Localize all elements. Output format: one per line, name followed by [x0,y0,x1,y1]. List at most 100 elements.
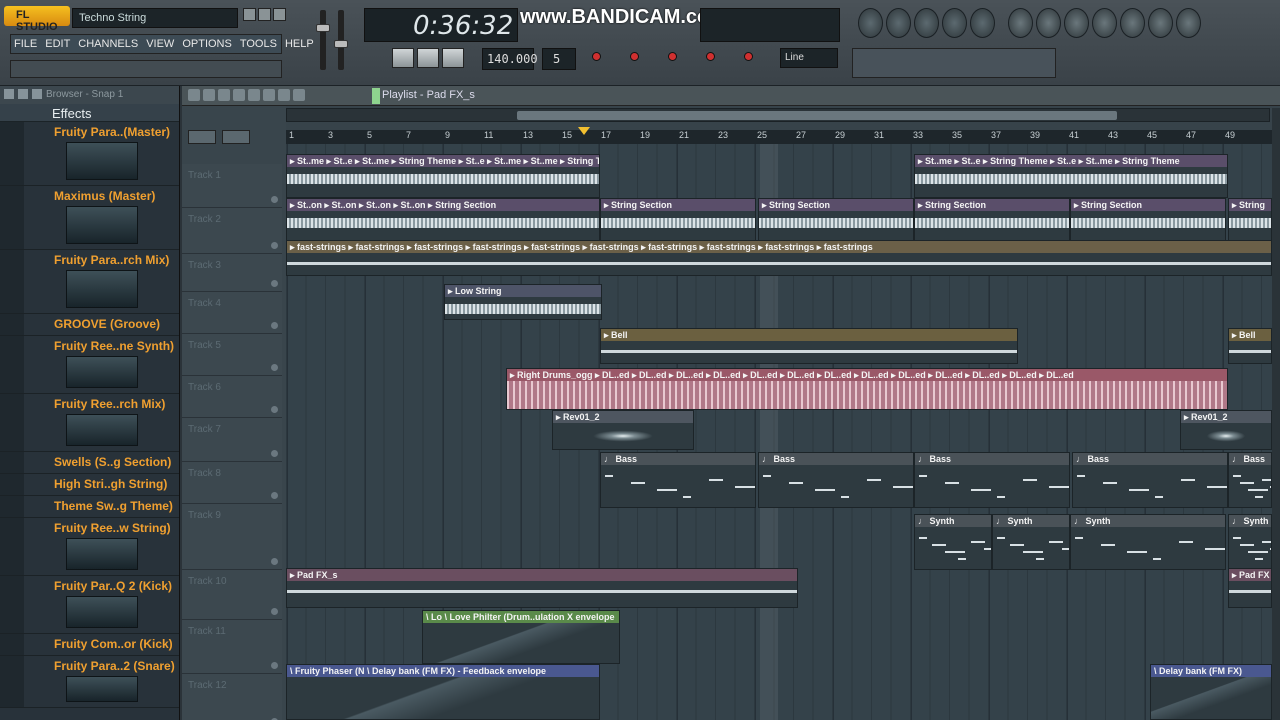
master-volume-slider[interactable] [316,10,330,70]
browser-item[interactable]: Fruity Par..Q 2 (Kick) [0,576,179,634]
playlist-clip[interactable]: ▸ St..on ▸ St..on ▸ St..on ▸ St..on ▸ St… [286,198,600,244]
play-icon[interactable] [392,48,414,68]
track-mute-icon[interactable] [271,662,278,669]
search-icon[interactable] [1120,8,1145,38]
playlist-clip[interactable]: ♩ Bass [600,452,756,508]
help-icon[interactable] [1148,8,1173,38]
track-mute-icon[interactable] [271,558,278,565]
menu-tools[interactable]: TOOLS [237,35,280,53]
horizontal-scrollbar[interactable] [286,108,1270,122]
save-icon[interactable] [1036,8,1061,38]
slice-tool-icon[interactable] [248,89,260,101]
track-header[interactable]: Track 12 [182,674,282,720]
piano-roll-button[interactable] [914,8,939,38]
pattern-selector[interactable]: 5 [542,48,576,70]
led-indicator[interactable] [706,52,715,61]
playlist-clip[interactable]: ♩ Bass [914,452,1070,508]
playlist-clip[interactable]: ▸ String Section [600,198,756,244]
track-header[interactable]: Track 1 [182,164,282,208]
menu-edit[interactable]: EDIT [42,35,73,53]
info-icon[interactable] [1176,8,1201,38]
track-mute-icon[interactable] [271,450,278,457]
browser-item[interactable]: Swells (S..g Section) [0,452,179,474]
playlist-clip[interactable]: ▸ fast-strings ▸ fast-strings ▸ fast-str… [286,240,1272,276]
track-header[interactable]: Track 9 [182,504,282,570]
track-mute-icon[interactable] [271,242,278,249]
led-indicator[interactable] [592,52,601,61]
playlist-clip[interactable]: \ Lo \ Love Philter (Drum..ulation X env… [422,610,620,664]
playlist-clip[interactable]: ▸ Bell [1228,328,1272,364]
playlist-clip[interactable]: ▸ String Section [1070,198,1226,244]
menu-view[interactable]: VIEW [143,35,177,53]
browser-item[interactable]: Fruity Com..or (Kick) [0,634,179,656]
browser-item[interactable]: Fruity Ree..w String) [0,518,179,576]
track-header[interactable]: Track 3 [182,254,282,292]
tempo-display[interactable]: 140.000 [482,48,538,70]
track-header[interactable]: Track 11 [182,620,282,674]
zoom-out-button[interactable] [188,130,216,144]
song-time-display[interactable]: 0:36:32 [364,8,518,42]
menu-help[interactable]: HELP [282,35,317,53]
led-indicator[interactable] [668,52,677,61]
track-mute-icon[interactable] [271,196,278,203]
browser-item[interactable]: GROOVE (Groove) [0,314,179,336]
paint-tool-icon[interactable] [203,89,215,101]
menu-options[interactable]: OPTIONS [179,35,235,53]
stop-icon[interactable] [417,48,439,68]
track-header[interactable]: Track 5 [182,334,282,376]
mute-tool-icon[interactable] [233,89,245,101]
playlist-button[interactable] [858,8,883,38]
playlist-clip[interactable]: ♩ Bass [758,452,914,508]
browser-item[interactable]: Fruity Ree..ne Synth) [0,336,179,394]
playlist-grid[interactable]: ▸ St..me ▸ St..e ▸ St..me ▸ String Theme… [286,144,1272,720]
browser-folder-effects[interactable]: Effects [0,104,179,122]
step-sequencer-button[interactable] [886,8,911,38]
zoom-in-button[interactable] [222,130,250,144]
playlist-clip[interactable]: ▸ Pad FX [1228,568,1272,608]
vertical-scrollbar[interactable] [1272,108,1280,720]
browser-item[interactable]: Fruity Para..rch Mix) [0,250,179,314]
track-header[interactable]: Track 4 [182,292,282,334]
track-header[interactable]: Track 7 [182,418,282,462]
menu-file[interactable]: FILE [11,35,40,53]
track-mute-icon[interactable] [271,364,278,371]
track-mute-icon[interactable] [271,406,278,413]
playlist-clip[interactable]: ▸ St..me ▸ St..e ▸ St..me ▸ String Theme… [286,154,600,198]
undo-icon[interactable] [1008,8,1033,38]
playhead-marker[interactable] [578,127,590,135]
led-indicator[interactable] [744,52,753,61]
timeline-ruler[interactable]: 1 3 5 7 9 11 13 15 17 19 21 23 25 27 29 31 33 35 37 39 41 43 4… [286,130,1272,144]
playlist-clip[interactable]: \ Fruity Phaser (N \ Delay bank (FM FX) … [286,664,600,720]
playlist-clip[interactable]: ▸ String Section [758,198,914,244]
browser-item[interactable]: Theme Sw..g Theme) [0,496,179,518]
restore-icon[interactable] [258,8,271,21]
fl-studio-logo[interactable]: FL STUDIO [4,6,70,33]
playlist-clip[interactable]: ▸ Low String [444,284,602,320]
browser-options-icon[interactable] [18,89,28,99]
browser-button[interactable] [942,8,967,38]
browser-menu-icon[interactable] [4,89,14,99]
playback-tool-icon[interactable] [293,89,305,101]
mixer-button[interactable] [970,8,995,38]
plugin-icon[interactable] [1092,8,1117,38]
browser-item[interactable]: Maximus (Master) [0,186,179,250]
playlist-clip[interactable]: ▸ String [1228,198,1272,244]
browser-item[interactable]: High Stri..gh String) [0,474,179,496]
playlist-clip[interactable]: ▸ Rev01_2 [552,410,694,450]
playlist-clip[interactable]: ▸ Bell [600,328,1018,364]
playlist-clip[interactable]: ♩ Synth [914,514,992,570]
render-icon[interactable] [1064,8,1089,38]
playlist-clip[interactable]: ▸ Right Drums_ogg ▸ DL..ed ▸ DL..ed ▸ DL… [506,368,1228,410]
playlist-clip[interactable]: ♩ Synth [992,514,1070,570]
zoom-tool-icon[interactable] [278,89,290,101]
track-header[interactable]: Track 8 [182,462,282,504]
track-mute-icon[interactable] [271,322,278,329]
menu-channels[interactable]: CHANNELS [75,35,141,53]
scroll-thumb[interactable] [517,111,1117,120]
browser-item[interactable]: Fruity Para..2 (Snare) [0,656,179,708]
browser-close-icon[interactable] [32,89,42,99]
record-icon[interactable] [442,48,464,68]
playlist-clip[interactable]: ▸ String Section [914,198,1070,244]
browser-item[interactable]: Fruity Ree..rch Mix) [0,394,179,452]
playlist-clip[interactable]: ▸ Pad FX_s [286,568,798,608]
